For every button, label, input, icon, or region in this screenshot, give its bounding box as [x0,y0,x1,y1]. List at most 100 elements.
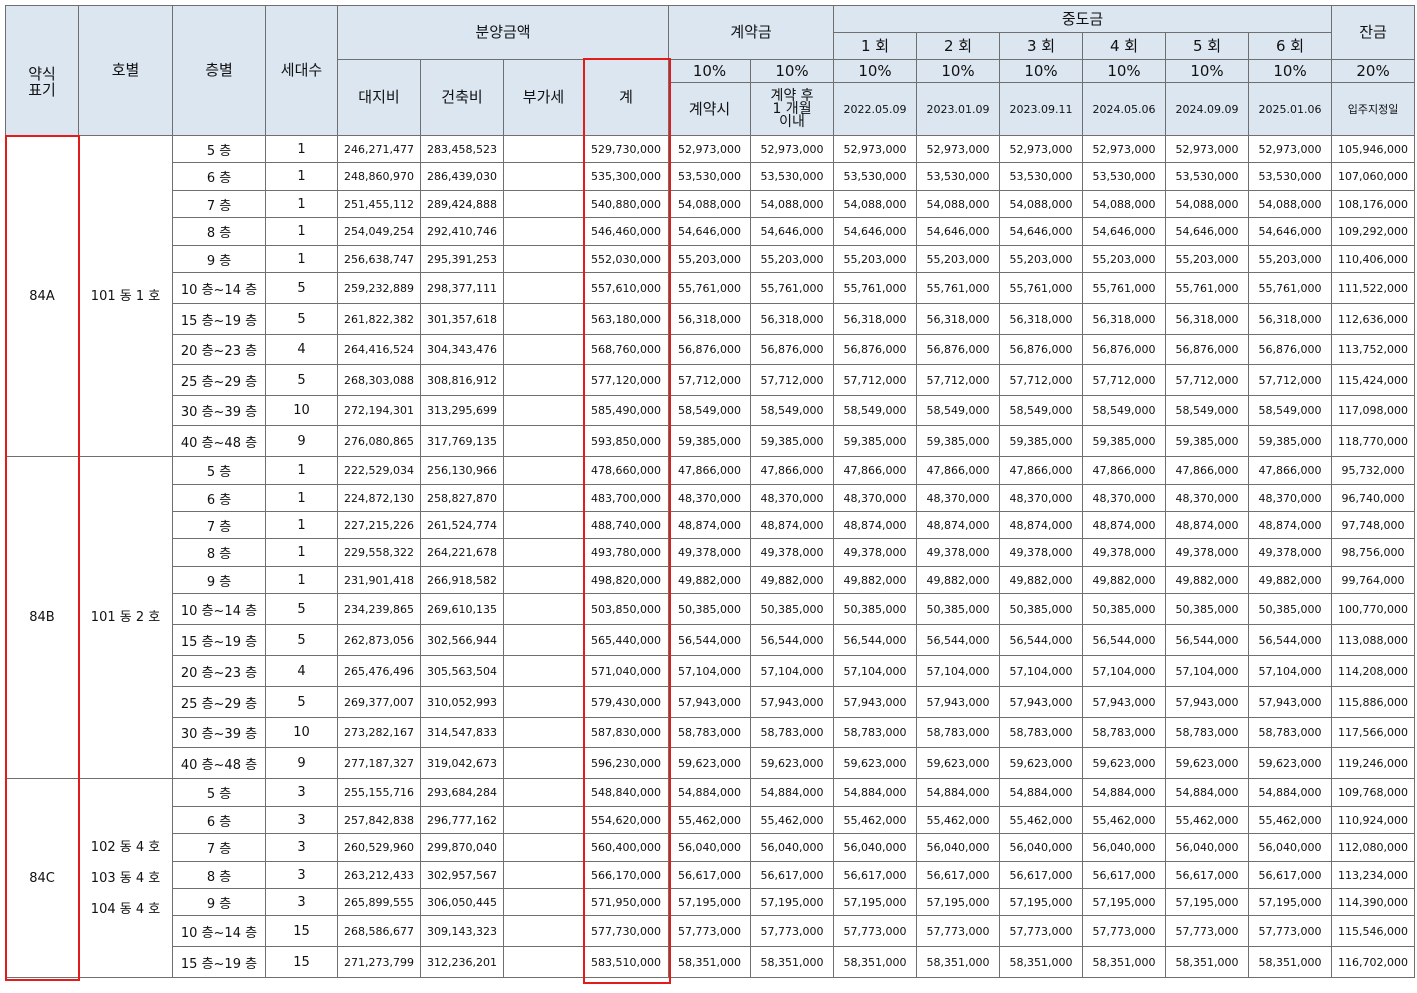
total-cell: 587,830,000 [582,717,670,748]
balance-cell: 115,424,000 [1331,364,1416,396]
total-header: 계 [582,59,670,136]
middle-payment-cell: 57,943,000 [999,686,1084,718]
total-cell: 565,440,000 [582,624,670,656]
middle-payment-cell: 54,884,000 [1248,778,1333,807]
balance-cell: 112,636,000 [1331,303,1416,335]
floor-cell: 40 층~48 층 [172,747,266,779]
households-cell: 5 [265,593,338,625]
middle-payment-cell: 56,617,000 [833,861,918,889]
households-cell: 9 [265,747,338,779]
balance-cell: 114,390,000 [1331,888,1416,916]
households-cell: 1 [265,511,338,539]
building-cell: 308,816,912 [420,364,504,396]
middle-payment-cell: 57,195,000 [1082,888,1167,916]
deposit2-cell: 52,973,000 [750,135,835,163]
balance-cell: 109,292,000 [1331,217,1416,246]
land-cell: 264,416,524 [337,334,421,365]
land-cell: 256,638,747 [337,245,421,273]
middle-payment-cell: 57,943,000 [916,686,1001,718]
total-cell: 566,170,000 [582,861,670,889]
middle-payment-cell: 58,351,000 [999,946,1084,978]
middle-payment-cell: 56,544,000 [1248,624,1333,656]
balance-cell: 109,768,000 [1331,778,1416,807]
middle-payment-cell: 58,783,000 [916,717,1001,748]
land-cell: 255,155,716 [337,778,421,807]
deposit2-timing: 계약 후 1 개월 이내 [750,82,835,136]
middle-payment-cell: 58,351,000 [1165,946,1250,978]
middle-payment-cell: 57,195,000 [833,888,918,916]
middle-payment-cell: 53,530,000 [999,162,1084,191]
middle-payment-cell: 56,318,000 [1248,303,1333,335]
middle-payment-cell: 54,088,000 [833,190,918,218]
middle-payment-cell: 55,462,000 [1082,806,1167,834]
middle-payment-cell: 56,318,000 [833,303,918,335]
table-row: 84C 102 동 4 호 103 동 4 호 104 동 4 호5 층 3 255,15… [5,778,1416,978]
vat-cell [503,511,584,539]
deposit2-cell: 56,040,000 [750,833,835,862]
deposit1-cell: 54,646,000 [668,217,752,246]
middle-payment-cell: 48,370,000 [833,484,918,512]
middle-payment-cell: 58,549,000 [1082,395,1167,426]
deposit2-cell: 56,876,000 [750,334,835,365]
total-cell: 571,040,000 [582,655,670,687]
middle-payment-cell: 52,973,000 [1248,135,1333,163]
vat-cell [503,593,584,625]
deposit1-cell: 50,385,000 [668,593,752,625]
deposit1-cell: 49,378,000 [668,538,752,567]
middle-payment-cell: 53,530,000 [916,162,1001,191]
table-row: 15 층~19 층 5 262,873,056 302,566,944 565,440,… [6,624,1416,656]
middle-payment-cell: 49,882,000 [916,566,1001,594]
unit-label: 101 동 2 호 [90,610,161,625]
building-cell: 313,295,699 [420,395,504,426]
households-cell: 5 [265,686,338,718]
deposit1-cell: 57,104,000 [668,655,752,687]
households-cell: 5 [265,303,338,335]
vat-cell [503,833,584,862]
floor-cell: 25 층~29 층 [172,686,266,718]
balance-cell: 113,234,000 [1331,861,1416,889]
vat-cell [503,538,584,567]
total-cell: 579,430,000 [582,686,670,718]
middle-payment-cell: 58,351,000 [833,946,918,978]
building-cell: 293,684,284 [420,778,504,807]
households-cell: 5 [265,624,338,656]
vat-cell [503,456,584,485]
middle-payment-cell: 56,876,000 [833,334,918,365]
table-row: 7 층 1 251,455,112 289,424,888 540,880,000 54,… [6,190,1416,218]
floor-cell: 20 층~23 층 [172,334,266,365]
middle-payment-cell: 56,544,000 [999,624,1084,656]
balance-cell: 113,752,000 [1331,334,1416,365]
middle-payment-cell: 57,104,000 [833,655,918,687]
middle-payment-cell: 54,088,000 [1082,190,1167,218]
middle-payment-cell: 56,318,000 [1082,303,1167,335]
total-cell: 577,120,000 [582,364,670,396]
middle-payment-cell: 57,104,000 [916,655,1001,687]
middle-payment-cell: 58,549,000 [1248,395,1333,426]
middle-round-6: 6 회 [1248,32,1333,60]
households-cell: 4 [265,334,338,365]
total-cell: 535,300,000 [582,162,670,191]
vat-cell [503,217,584,246]
land-cell: 277,187,327 [337,747,421,779]
land-cell: 229,558,322 [337,538,421,567]
middle-payment-cell: 54,646,000 [999,217,1084,246]
vat-cell [503,566,584,594]
deposit2-cell: 59,623,000 [750,747,835,779]
building-cell: 299,870,040 [420,833,504,862]
table-row: 7 층 3 260,529,960 299,870,040 560,400,000 56,… [6,833,1416,862]
sale-price-header: 분양금액 [336,5,670,60]
deposit1-cell: 59,385,000 [668,425,752,457]
land-cell: 231,901,418 [337,566,421,594]
middle-payment-cell: 47,866,000 [1248,456,1333,485]
middle-payment-cell: 59,623,000 [1165,747,1250,779]
table-row: 20 층~23 층 4 265,476,496 305,563,504 571,040,… [6,655,1416,687]
building-cell: 302,566,944 [420,624,504,656]
deposit2-cell: 49,378,000 [750,538,835,567]
middle-payment-cell: 55,203,000 [916,245,1001,273]
middle-payment-cell: 55,761,000 [999,272,1084,304]
deposit2-cell: 48,874,000 [750,511,835,539]
building-cell: 258,827,870 [420,484,504,512]
balance-cell: 98,756,000 [1331,538,1416,567]
vat-cell [503,915,584,947]
middle-payment-cell: 57,712,000 [1248,364,1333,396]
